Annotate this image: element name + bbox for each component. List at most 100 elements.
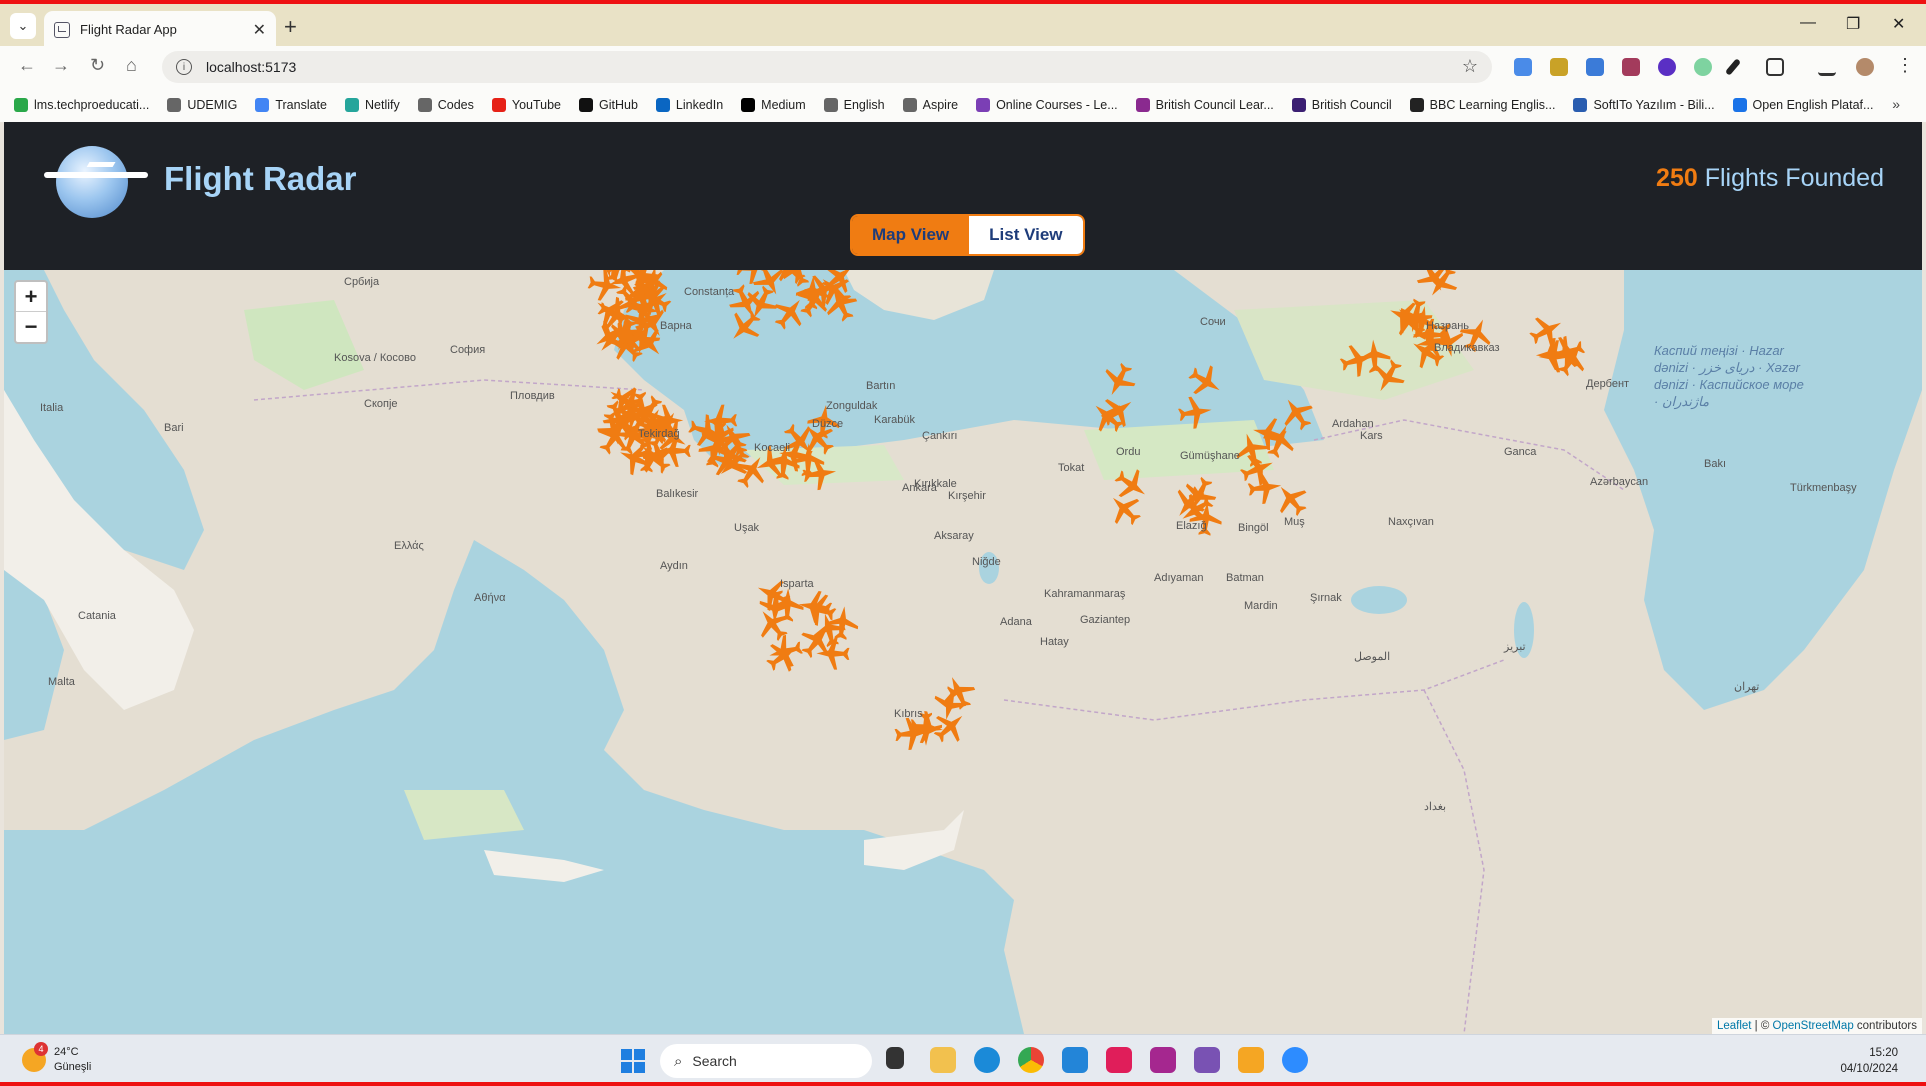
map-place-label: Скопје (364, 398, 398, 410)
translate-extension-icon[interactable] (1514, 58, 1532, 76)
start-windows-icon[interactable] (621, 1049, 645, 1073)
extension-icon[interactable] (1658, 58, 1676, 76)
bookmark-item[interactable]: LinkedIn (655, 98, 724, 112)
bookmark-item[interactable]: YouTube (491, 98, 561, 112)
bookmark-item[interactable]: English (823, 98, 885, 112)
browser-menu-icon[interactable]: ⋮ (1896, 55, 1914, 76)
new-tab-plus-icon[interactable]: + (284, 14, 297, 40)
bookmark-label: LinkedIn (675, 98, 724, 112)
window-close-icon[interactable]: ✕ (1892, 14, 1905, 34)
restore-icon[interactable]: ❐ (1846, 14, 1860, 34)
bookmark-item[interactable]: Aspire (902, 98, 958, 112)
bookmarks-overflow-icon[interactable]: » (1892, 96, 1900, 112)
zoom-out-button[interactable]: − (16, 312, 46, 342)
bookmark-label: YouTube (511, 98, 561, 112)
tab-search-chevron-icon[interactable]: ⌄ (10, 13, 36, 39)
home-icon[interactable]: ⌂ (126, 55, 137, 76)
back-arrow-icon[interactable]: ← (18, 55, 36, 76)
flight-count: 250 Flights Founded (1656, 164, 1884, 193)
vscode-icon[interactable] (1062, 1047, 1088, 1073)
bookmark-favicon-icon (1135, 98, 1150, 112)
search-icon: ⌕ (674, 1052, 683, 1070)
airplane-icon[interactable] (1246, 470, 1283, 506)
bootstrap-icon[interactable] (1194, 1047, 1220, 1073)
slack-icon[interactable] (1106, 1047, 1132, 1073)
map-place-label: София (450, 344, 486, 356)
list-view-button[interactable]: List View (969, 216, 1083, 254)
task-view-icon[interactable] (886, 1047, 904, 1069)
reload-icon[interactable]: ↻ (90, 55, 105, 76)
app-icon[interactable] (1150, 1047, 1176, 1073)
extension-icon[interactable] (1694, 58, 1712, 76)
zoom-app-icon[interactable] (1282, 1047, 1308, 1073)
bookmark-item[interactable]: Medium (741, 98, 806, 112)
bookmark-label: Medium (761, 98, 806, 112)
airplane-icon[interactable] (937, 671, 980, 714)
map-place-label: Bartın (866, 380, 896, 392)
bookmark-item[interactable]: UDEMIG (167, 98, 237, 112)
download-icon[interactable] (1818, 58, 1836, 76)
map-view-button[interactable]: Map View (852, 216, 970, 254)
attribution-suffix: contributors (1853, 1020, 1917, 1032)
bookmark-item[interactable]: SoftITo Yazılım - Bili... (1573, 98, 1715, 112)
bookmark-item[interactable]: GitHub (579, 98, 638, 112)
bookmark-label: GitHub (599, 98, 638, 112)
system-clock[interactable]: 15:20 04/10/2024 (1840, 1045, 1898, 1077)
bookmark-item[interactable]: lms.techproeducati... (14, 98, 149, 112)
bookmark-item[interactable]: Netlify (345, 98, 400, 112)
bookmark-label: Online Courses - Le... (996, 98, 1118, 112)
bookmark-item[interactable]: Codes (417, 98, 474, 112)
extension-icon[interactable] (1550, 58, 1568, 76)
firebase-icon[interactable] (1238, 1047, 1264, 1073)
forward-arrow-icon[interactable]: → (52, 55, 70, 76)
bookmark-item[interactable]: Open English Plataf... (1732, 98, 1874, 112)
notification-badge: 4 (34, 1042, 48, 1056)
map-place-label: Αθήνα (474, 592, 506, 604)
map-place-label: Naxçıvan (1388, 516, 1434, 528)
map-place-label: Tokat (1058, 462, 1085, 474)
file-explorer-icon[interactable] (930, 1047, 956, 1073)
airplane-icon[interactable] (1419, 270, 1464, 305)
bookmark-favicon-icon (14, 98, 28, 112)
address-bar[interactable]: i localhost:5173 ☆ (162, 51, 1492, 83)
bookmark-favicon-icon (976, 98, 991, 112)
leaflet-link[interactable]: Leaflet (1717, 1020, 1752, 1032)
eyedropper-icon[interactable] (1724, 58, 1742, 76)
map-place-label: Сочи (1200, 316, 1226, 328)
bookmark-favicon-icon (491, 98, 506, 112)
tab-close-icon[interactable]: ✕ (253, 20, 266, 40)
bookmark-favicon-icon (255, 98, 270, 112)
flight-map[interactable]: + − Ankara Kocaeli Tokat Ordu Aksaray Kırşehi… (4, 270, 1922, 1034)
taskbar-search[interactable]: ⌕ Search (660, 1044, 872, 1078)
bookmark-label: English (843, 98, 885, 112)
edge-icon[interactable] (974, 1047, 1000, 1073)
search-placeholder: Search (692, 1053, 737, 1069)
bookmark-label: Open English Plataf... (1752, 98, 1874, 112)
minimize-icon[interactable]: — (1800, 14, 1816, 32)
zoom-in-button[interactable]: + (16, 282, 46, 312)
extension-icon[interactable] (1622, 58, 1640, 76)
map-place-label: Пловдив (510, 390, 555, 402)
extension-icon[interactable] (1586, 58, 1604, 76)
osm-link[interactable]: OpenStreetMap (1773, 1020, 1854, 1032)
bookmark-item[interactable]: British Council Lear... (1135, 98, 1274, 112)
bookmark-star-icon[interactable]: ☆ (1462, 56, 1478, 77)
bookmark-item[interactable]: BBC Learning Englis... (1409, 98, 1555, 112)
map-place-label: Adıyaman (1154, 572, 1204, 584)
extensions-puzzle-icon[interactable] (1766, 58, 1784, 76)
map-place-label: Italia (40, 402, 64, 414)
address-url[interactable]: localhost:5173 (206, 59, 296, 75)
map-place-label: Isparta (780, 578, 814, 590)
map-place-label: Şırnak (1310, 592, 1342, 604)
bookmark-item[interactable]: Translate (255, 98, 327, 112)
map-place-label: Düzce (812, 418, 844, 430)
bookmark-item[interactable]: British Council (1291, 98, 1392, 112)
site-info-icon[interactable]: i (176, 59, 192, 75)
view-toggle: Map View List View (850, 214, 1085, 256)
bookmark-favicon-icon (345, 98, 359, 112)
chrome-icon[interactable] (1018, 1047, 1044, 1073)
weather-widget[interactable]: 4 24°C Güneşli (22, 1042, 91, 1075)
browser-tab[interactable]: Flight Radar App ✕ (44, 11, 276, 48)
bookmark-item[interactable]: Online Courses - Le... (976, 98, 1118, 112)
profile-avatar[interactable] (1856, 58, 1874, 76)
